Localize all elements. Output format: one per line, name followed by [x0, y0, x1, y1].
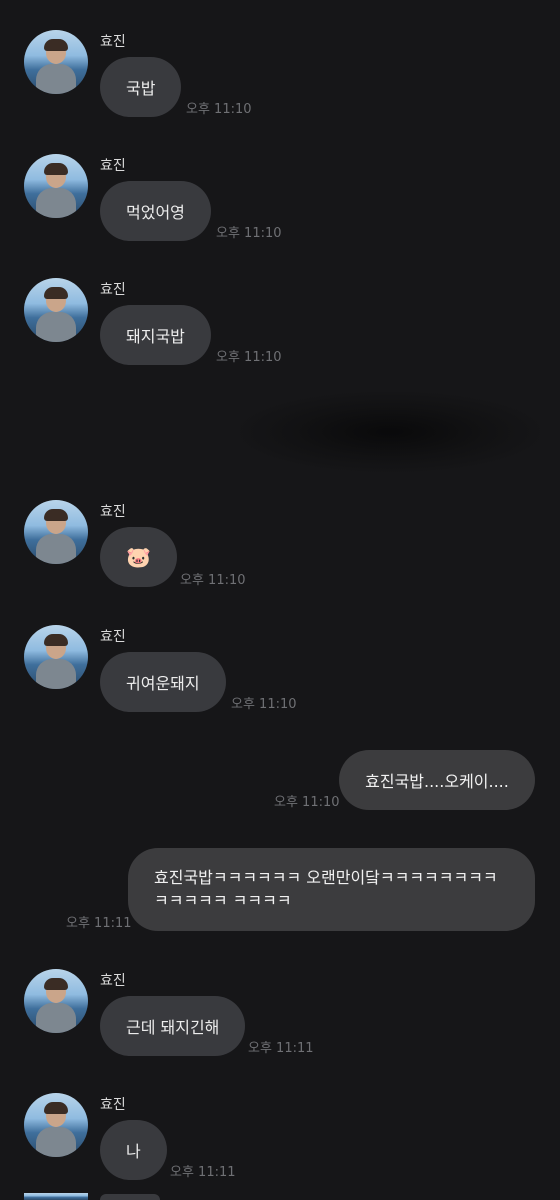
avatar[interactable]: [24, 969, 88, 1033]
avatar[interactable]: [24, 30, 88, 94]
sender-name: 효진: [100, 973, 126, 989]
avatar[interactable]: [24, 500, 88, 564]
my-message-bubble[interactable]: 효진국밥....오케이....: [339, 750, 535, 810]
timestamp: 오후 11:11: [170, 1165, 236, 1180]
timestamp: 오후 11:10: [216, 350, 282, 365]
message-bubble[interactable]: 🐷: [100, 527, 177, 587]
timestamp: 오후 11:10: [274, 795, 340, 810]
timestamp: 오후 11:10: [216, 226, 282, 241]
message-bubble[interactable]: 돼지국밥: [100, 305, 211, 365]
redacted-area: [240, 392, 540, 472]
message-bubble[interactable]: 나: [100, 1120, 167, 1180]
sender-name: 효진: [100, 282, 126, 298]
avatar[interactable]: [24, 278, 88, 342]
timestamp: 오후 11:10: [180, 573, 246, 588]
timestamp: 오후 11:10: [186, 102, 252, 117]
avatar[interactable]: [24, 154, 88, 218]
message-bubble-partial: [100, 1194, 160, 1200]
sender-name: 효진: [100, 158, 126, 174]
message-bubble[interactable]: 국밥: [100, 57, 182, 117]
timestamp: 오후 11:10: [231, 697, 297, 712]
message-bubble[interactable]: 근데 돼지긴해: [100, 996, 246, 1056]
avatar[interactable]: [24, 1093, 88, 1157]
timestamp: 오후 11:11: [248, 1041, 314, 1056]
timestamp: 오후 11:11: [66, 916, 132, 931]
my-message-bubble[interactable]: 효진국밥ㅋㅋㅋㅋㅋㅋ 오랜만이닼ㅋㅋㅋㅋㅋㅋㅋㅋㅋㅋㅋㅋㅋ ㅋㅋㅋㅋ: [128, 848, 535, 931]
sender-name: 효진: [100, 1097, 126, 1113]
message-bubble[interactable]: 귀여운돼지: [100, 652, 226, 712]
sender-name: 효진: [100, 629, 126, 645]
avatar[interactable]: [24, 1193, 88, 1200]
sender-name: 효진: [100, 504, 126, 520]
sender-name: 효진: [100, 34, 126, 50]
avatar[interactable]: [24, 625, 88, 689]
message-bubble[interactable]: 먹었어영: [100, 181, 211, 241]
